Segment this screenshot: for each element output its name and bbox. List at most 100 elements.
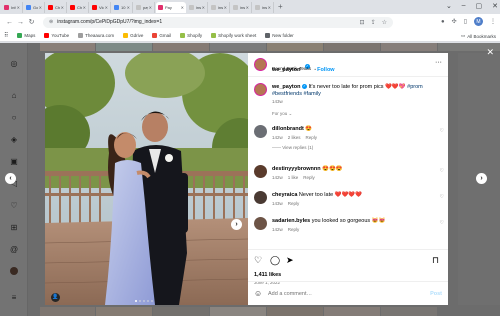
forward-icon[interactable]: → <box>15 19 26 26</box>
commenter-username[interactable]: sadarien.byles <box>272 218 310 224</box>
close-window-icon[interactable]: ✕ <box>492 2 498 10</box>
threads-icon[interactable]: @ <box>9 245 19 255</box>
install-icon[interactable]: ⊡ <box>360 19 365 26</box>
commenter-username[interactable]: dillonbrandt <box>272 126 304 132</box>
search-icon[interactable]: ○ <box>9 113 19 123</box>
caption-username[interactable]: we_payton <box>272 84 300 90</box>
browser-tab-active[interactable]: Pay ✕ <box>156 1 186 13</box>
commenter-avatar[interactable] <box>254 191 267 204</box>
author-avatar[interactable] <box>254 58 267 71</box>
tab-close-icon[interactable]: ✕ <box>17 5 20 10</box>
view-replies[interactable]: —— View replies (1) <box>272 145 313 150</box>
commenter-avatar[interactable] <box>254 165 267 178</box>
comment-like-icon[interactable]: ♡ <box>440 194 444 200</box>
comment-likes[interactable]: 1 like <box>288 175 299 180</box>
reply-button[interactable]: Reply <box>288 227 300 232</box>
comment-bubble-icon[interactable]: ◯ <box>270 255 280 265</box>
save-bookmark-icon[interactable]: ⊓ <box>432 255 439 265</box>
comment-like-icon[interactable]: ♡ <box>440 220 444 226</box>
post-comment-button[interactable]: Post <box>430 291 442 297</box>
bookmark-item[interactable]: YouTube <box>44 33 69 38</box>
post-photo[interactable]: › 👤 <box>45 53 248 305</box>
extensions-puzzle-icon[interactable]: ✣ <box>452 18 457 25</box>
share-icon[interactable]: ⇪ <box>371 19 376 26</box>
browser-tab[interactable]: 10 I✕ <box>112 1 133 13</box>
tab-close-icon[interactable]: ✕ <box>39 5 42 10</box>
commenter-username[interactable]: destinyyybrownnn <box>272 166 321 172</box>
site-info-icon[interactable]: ⊜ <box>49 19 53 25</box>
comment-like-icon[interactable]: ♡ <box>440 168 444 174</box>
commenter-avatar[interactable] <box>254 217 267 230</box>
back-icon[interactable]: ← <box>4 19 15 26</box>
tab-close-icon[interactable]: ✕ <box>224 5 227 10</box>
profile-avatar[interactable]: M <box>474 17 483 26</box>
share-send-icon[interactable]: ➤ <box>286 255 294 265</box>
follow-button[interactable]: Follow <box>317 67 334 73</box>
bookmark-item[interactable]: Shopify work sheet <box>211 33 256 38</box>
address-bar[interactable]: ⊜ instagram.com/p/CePiDpGDpU7/?img_index… <box>43 16 393 28</box>
photo-next-icon[interactable]: › <box>231 219 242 230</box>
browser-tab[interactable]: Chu✕ <box>46 1 67 13</box>
menu-kebab-icon[interactable]: ⋮ <box>490 18 496 25</box>
apps-grid-icon[interactable]: ⠿ <box>4 32 8 39</box>
browser-tab[interactable]: Chi✕ <box>68 1 89 13</box>
create-icon[interactable]: ⊞ <box>9 223 19 233</box>
bookmark-item[interactable]: Maps <box>17 33 35 38</box>
more-options-icon[interactable]: ··· <box>435 59 442 66</box>
tab-close-icon[interactable]: ✕ <box>127 5 130 10</box>
instagram-logo-icon[interactable]: ◎ <box>9 59 19 69</box>
close-modal-icon[interactable]: ✕ <box>486 47 494 58</box>
browser-tab[interactable]: inst✕ <box>253 1 274 13</box>
emoji-icon[interactable]: ☺ <box>254 289 262 298</box>
bookmark-item[interactable]: New folder <box>265 33 294 38</box>
comment-like-icon[interactable]: ♡ <box>440 128 444 134</box>
comment-input[interactable]: Add a comment… <box>268 291 312 297</box>
commenter-username[interactable]: cheyraica <box>272 192 297 198</box>
tab-close-icon[interactable]: ✕ <box>105 5 108 10</box>
notifications-icon[interactable]: ♡ <box>9 201 19 211</box>
reels-icon[interactable]: ▣ <box>9 157 19 167</box>
browser-tab[interactable]: inst✕ <box>209 1 230 13</box>
for-you-toggle[interactable]: For you ⌄ <box>272 111 292 117</box>
bookmark-item[interactable]: Shopify <box>180 33 202 38</box>
browser-tab[interactable]: Info✕ <box>2 1 23 13</box>
browser-tab[interactable]: Vide✕ <box>90 1 111 13</box>
tab-search-icon[interactable]: ⌄ <box>446 2 452 10</box>
tagged-user-icon[interactable]: 👤 <box>51 293 60 302</box>
commenter-avatar[interactable] <box>254 125 267 138</box>
previous-post-icon[interactable]: ‹ <box>5 173 16 184</box>
reply-button[interactable]: Reply <box>288 201 300 206</box>
bookmark-item[interactable]: Theaaura.com <box>78 33 114 38</box>
tab-close-icon[interactable]: ✕ <box>202 5 205 10</box>
bookmark-item[interactable]: Gdrive <box>123 33 143 38</box>
more-menu-icon[interactable]: ≡ <box>9 293 19 303</box>
browser-tab[interactable]: Goo✕ <box>24 1 45 13</box>
all-bookmarks[interactable]: ▭ All Bookmarks <box>461 33 496 39</box>
tab-close-icon[interactable]: ✕ <box>149 5 152 10</box>
post-location[interactable]: Round Rock, Texas <box>272 66 311 71</box>
reply-button[interactable]: Reply <box>303 175 315 180</box>
tab-close-icon[interactable]: ✕ <box>181 5 184 10</box>
tab-close-icon[interactable]: ✕ <box>83 5 86 10</box>
bookmark-item[interactable]: Gmail <box>152 33 171 38</box>
extension-icon[interactable]: ● <box>441 19 445 25</box>
like-count[interactable]: 1,411 likes <box>254 272 281 278</box>
tab-close-icon[interactable]: ✕ <box>246 5 249 10</box>
tab-close-icon[interactable]: ✕ <box>61 5 64 10</box>
caption-avatar[interactable] <box>254 83 267 96</box>
tab-close-icon[interactable]: ✕ <box>268 5 271 10</box>
reload-icon[interactable]: ↻ <box>26 18 37 26</box>
browser-tab[interactable]: inst✕ <box>187 1 208 13</box>
bookmark-star-icon[interactable]: ☆ <box>382 19 387 26</box>
profile-icon[interactable] <box>9 267 19 277</box>
home-icon[interactable]: ⌂ <box>9 91 19 101</box>
sidepanel-icon[interactable]: ▯ <box>464 18 467 25</box>
maximize-icon[interactable]: ▢ <box>476 2 483 10</box>
comment-likes[interactable]: 2 likes <box>288 135 301 140</box>
browser-tab[interactable]: inst✕ <box>231 1 252 13</box>
reply-button[interactable]: Reply <box>306 135 318 140</box>
next-post-icon[interactable]: › <box>476 173 487 184</box>
minimize-icon[interactable]: – <box>462 2 466 10</box>
like-heart-icon[interactable]: ♡ <box>254 255 262 265</box>
new-tab-button[interactable]: + <box>278 2 283 12</box>
